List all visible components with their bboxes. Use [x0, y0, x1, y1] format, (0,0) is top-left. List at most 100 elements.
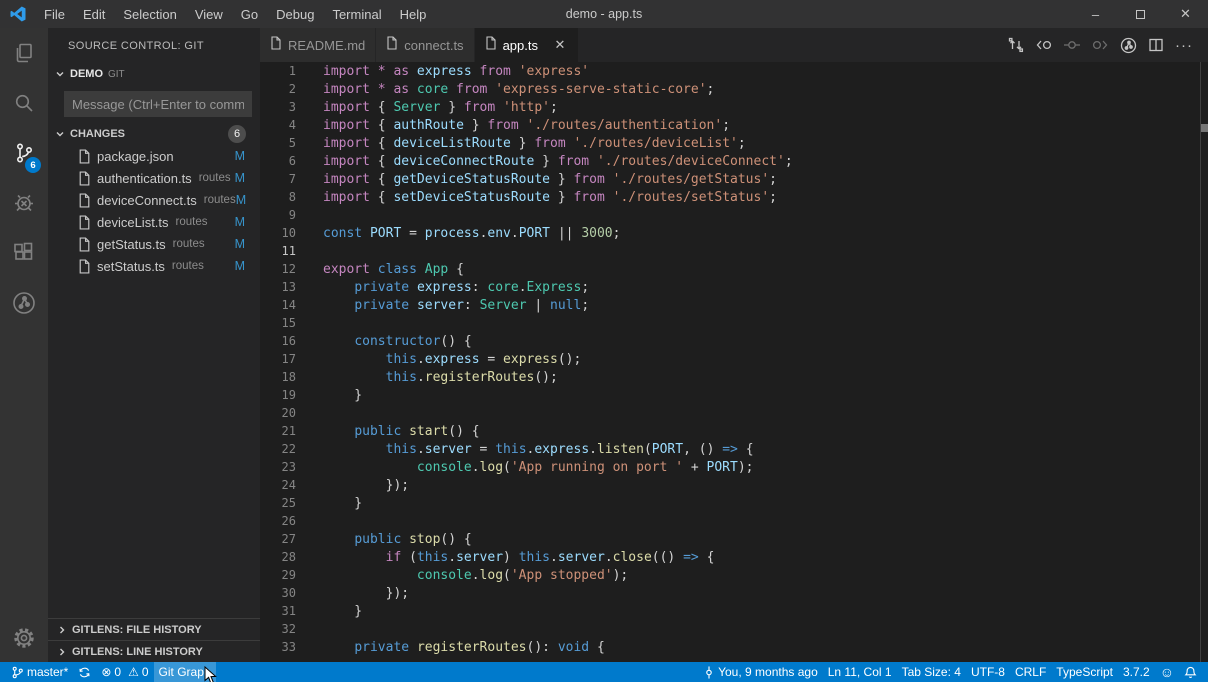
code-line[interactable]: 5import { deviceListRoute } from './rout…	[260, 134, 1200, 152]
extensions-icon[interactable]	[0, 228, 48, 278]
vscode-logo-icon	[9, 5, 27, 23]
menu-terminal[interactable]: Terminal	[323, 0, 390, 28]
code-line[interactable]: 9	[260, 206, 1200, 224]
close-button[interactable]: ✕	[1163, 0, 1208, 28]
code-line[interactable]: 19 }	[260, 386, 1200, 404]
code-line[interactable]: 28 if (this.server) this.server.close(()…	[260, 548, 1200, 566]
indentation[interactable]: Tab Size: 4	[897, 662, 966, 682]
chevron-right-icon	[54, 644, 70, 660]
code-line[interactable]: 13 private express: core.Express;	[260, 278, 1200, 296]
code-line[interactable]: 12export class App {	[260, 260, 1200, 278]
sync-icon	[78, 666, 91, 679]
changed-file-row[interactable]: authentication.tsroutesM	[48, 167, 260, 189]
code-line[interactable]: 20	[260, 404, 1200, 422]
menu-edit[interactable]: Edit	[74, 0, 114, 28]
menu-selection[interactable]: Selection	[114, 0, 185, 28]
code-text: this.server = this.express.listen(PORT, …	[323, 442, 754, 457]
split-editor-icon[interactable]	[1142, 28, 1170, 62]
maximize-button[interactable]	[1118, 0, 1163, 28]
changed-file-row[interactable]: deviceList.tsroutesM	[48, 211, 260, 233]
code-line[interactable]: 1import * as express from 'express'	[260, 62, 1200, 80]
code-line[interactable]: 17 this.express = express();	[260, 350, 1200, 368]
code-editor[interactable]: 1import * as express from 'express'2impo…	[260, 62, 1200, 662]
cursor-position[interactable]: Ln 11, Col 1	[823, 662, 897, 682]
menu-go[interactable]: Go	[232, 0, 267, 28]
code-line[interactable]: 23 console.log('App running on port ' + …	[260, 458, 1200, 476]
code-line[interactable]: 2import * as core from 'express-serve-st…	[260, 80, 1200, 98]
minimize-button[interactable]: –	[1073, 0, 1118, 28]
code-line[interactable]: 4import { authRoute } from './routes/aut…	[260, 116, 1200, 134]
commit-message-input[interactable]	[64, 91, 252, 117]
notifications-button[interactable]	[1179, 662, 1202, 682]
changes-section-header[interactable]: CHANGES 6	[48, 123, 260, 145]
more-actions-icon[interactable]: ···	[1170, 28, 1198, 62]
menu-view[interactable]: View	[186, 0, 232, 28]
code-line[interactable]: 21 public start() {	[260, 422, 1200, 440]
tab-app.ts[interactable]: app.ts✕	[475, 28, 579, 62]
git-graph-view-icon[interactable]	[1114, 28, 1142, 62]
encoding[interactable]: UTF-8	[966, 662, 1010, 682]
code-line[interactable]: 31 }	[260, 602, 1200, 620]
settings-gear-icon[interactable]	[0, 614, 48, 662]
menu-file[interactable]: File	[35, 0, 74, 28]
code-line[interactable]: 3import { Server } from 'http';	[260, 98, 1200, 116]
repo-section-header[interactable]: DEMO GIT	[48, 63, 260, 85]
code-line[interactable]: 10const PORT = process.env.PORT || 3000;	[260, 224, 1200, 242]
blame-annotation[interactable]: You, 9 months ago	[698, 662, 823, 682]
code-line[interactable]: 8import { setDeviceStatusRoute } from '.…	[260, 188, 1200, 206]
code-line[interactable]: 27 public stop() {	[260, 530, 1200, 548]
code-line[interactable]: 22 this.server = this.express.listen(POR…	[260, 440, 1200, 458]
debug-icon[interactable]	[0, 178, 48, 228]
close-tab-icon[interactable]: ✕	[552, 37, 568, 53]
feedback-button[interactable]: ☺	[1155, 662, 1179, 682]
code-line[interactable]: 7import { getDeviceStatusRoute } from '.…	[260, 170, 1200, 188]
line-number: 9	[260, 208, 296, 222]
source-control-icon[interactable]: 6	[0, 128, 48, 178]
ts-version[interactable]: 3.7.2	[1118, 662, 1155, 682]
code-line[interactable]: 24 });	[260, 476, 1200, 494]
code-text: }	[323, 496, 362, 511]
branch-indicator[interactable]: master*	[6, 662, 73, 682]
code-line[interactable]: 26	[260, 512, 1200, 530]
eol-sequence[interactable]: CRLF	[1010, 662, 1051, 682]
changed-file-row[interactable]: package.jsonM	[48, 145, 260, 167]
previous-change-icon[interactable]	[1030, 28, 1058, 62]
code-line[interactable]: 16 constructor() {	[260, 332, 1200, 350]
problems-indicator[interactable]: ⊗ 0 ⚠ 0	[96, 662, 153, 682]
code-line[interactable]: 11	[260, 242, 1200, 260]
sync-button[interactable]	[73, 662, 96, 682]
search-icon[interactable]	[0, 78, 48, 128]
code-line[interactable]: 29 console.log('App stopped');	[260, 566, 1200, 584]
changed-file-row[interactable]: getStatus.tsroutesM	[48, 233, 260, 255]
editor-scrollbar[interactable]	[1200, 62, 1208, 662]
tab-connect.ts[interactable]: connect.ts	[376, 28, 474, 62]
code-line[interactable]: 30 });	[260, 584, 1200, 602]
code-line[interactable]: 6import { deviceConnectRoute } from './r…	[260, 152, 1200, 170]
git-graph-status-button[interactable]: Git Graph	[154, 662, 216, 682]
menu-debug[interactable]: Debug	[267, 0, 323, 28]
code-line[interactable]: 15	[260, 314, 1200, 332]
tab-label: README.md	[288, 38, 365, 53]
menu-help[interactable]: Help	[391, 0, 436, 28]
changed-file-row[interactable]: deviceConnect.tsroutesM	[48, 189, 260, 211]
activity-bar: 6	[0, 28, 48, 662]
code-line[interactable]: 33 private registerRoutes(): void {	[260, 638, 1200, 656]
explorer-icon[interactable]	[0, 28, 48, 78]
code-line[interactable]: 25 }	[260, 494, 1200, 512]
gitlens-section-1[interactable]: GITLENS: LINE HISTORY	[48, 640, 260, 662]
gitlens-section-0[interactable]: GITLENS: FILE HISTORY	[48, 618, 260, 640]
modified-badge: M	[235, 259, 245, 273]
open-changes-icon[interactable]	[1002, 28, 1030, 62]
tab-README.md[interactable]: README.md	[260, 28, 376, 62]
git-graph-activity-icon[interactable]	[0, 278, 48, 328]
language-mode[interactable]: TypeScript	[1051, 662, 1118, 682]
code-line[interactable]: 14 private server: Server | null;	[260, 296, 1200, 314]
current-change-icon[interactable]	[1058, 28, 1086, 62]
changed-file-row[interactable]: setStatus.tsroutesM	[48, 255, 260, 277]
code-line[interactable]: 32	[260, 620, 1200, 638]
code-text: this.registerRoutes();	[323, 370, 558, 385]
line-number: 30	[260, 586, 296, 600]
next-change-icon[interactable]	[1086, 28, 1114, 62]
line-number: 11	[260, 244, 296, 258]
code-line[interactable]: 18 this.registerRoutes();	[260, 368, 1200, 386]
